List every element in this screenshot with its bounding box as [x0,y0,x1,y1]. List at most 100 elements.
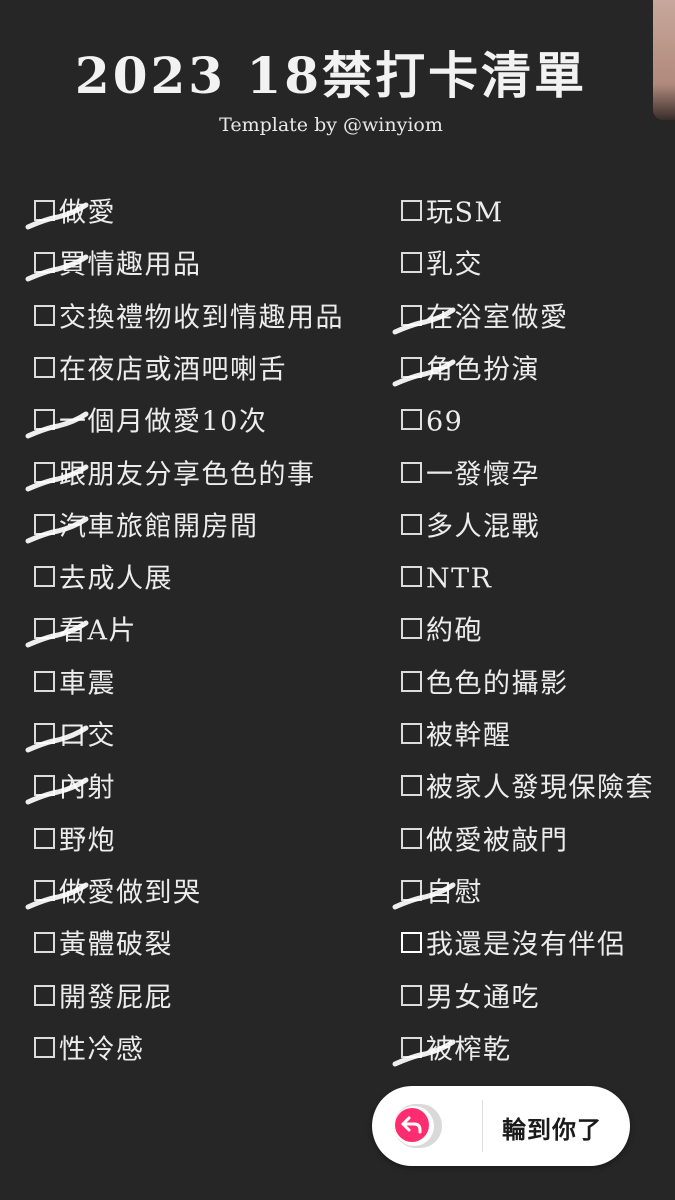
checkbox-checked-icon[interactable] [34,200,55,221]
checkbox-icon[interactable] [34,827,55,849]
checkbox-checked-icon[interactable] [34,723,55,744]
checkbox-icon[interactable] [401,723,422,744]
checkbox-checked-icon[interactable] [34,461,55,483]
checkbox-checked-icon[interactable] [401,879,422,901]
checklist-item-label: 被幹醒 [426,720,512,752]
checklist-item-label: 去成人展 [59,563,173,595]
checklist-item-label: 一發懷孕 [426,459,540,490]
checklist-item[interactable]: 一發懷孕 [401,455,540,495]
checkbox-icon[interactable] [34,356,55,378]
checklist-item-label: 做愛做到哭 [59,877,202,909]
checkbox-icon[interactable] [401,200,422,221]
checklist-item[interactable]: 看A片 [25,611,137,651]
checkbox-icon[interactable] [401,775,422,797]
checklist-item[interactable]: 做愛 [25,193,116,233]
checklist-item[interactable]: NTR [401,559,492,599]
checklist-item-label: 車震 [59,668,116,700]
checklist-item[interactable]: 汽車旅館開房間 [25,507,259,547]
checklist-item-label: 跟朋友分享色色的事 [59,459,316,490]
checkbox-icon[interactable] [401,252,422,274]
template-credit: Template by @winyiom [219,114,443,136]
checklist-item[interactable]: 多人混戰 [401,507,540,547]
checklist-item[interactable]: 69 [401,402,463,442]
checklist-item-label: 內射 [59,772,116,804]
checklist-item-label: 被家人發現保險套 [426,772,654,804]
checklist-item[interactable]: 約砲 [401,611,483,651]
checklist-item[interactable]: 玩SM [401,193,504,233]
checklist-item-label: 交換禮物收到情趣用品 [59,302,344,334]
checklist-item[interactable]: 性冷感 [34,1030,145,1070]
checklist-item-label: 開發屁屁 [59,982,173,1013]
checklist-item[interactable]: 被家人發現保險套 [401,768,654,808]
checkbox-icon[interactable] [401,932,422,954]
checklist-item-label: 玩SM [426,197,504,229]
checklist-item[interactable]: 去成人展 [34,559,173,599]
your-turn-label[interactable]: 輪到你了 [502,1110,602,1145]
checkbox-icon[interactable] [401,409,422,431]
checklist-item-label: 被榨乾 [426,1034,512,1066]
checklist-item[interactable]: 野炮 [34,821,116,861]
checklist-item[interactable]: 色色的攝影 [401,664,569,704]
checkbox-icon[interactable] [401,670,422,692]
checklist-item-label: 買情趣用品 [59,249,202,281]
checklist-item-label: 乳交 [426,249,483,281]
checkbox-icon[interactable] [401,827,422,849]
checklist-item[interactable]: 黃體破裂 [34,925,173,965]
checklist-item-label: 看A片 [59,615,137,647]
checklist-item[interactable]: 被幹醒 [401,716,512,756]
page-title: 2023 18禁打卡清單 [74,46,588,105]
checklist-item[interactable]: 內射 [25,768,116,808]
checkbox-icon[interactable] [401,461,422,483]
checklist-item[interactable]: 在浴室做愛 [392,298,569,338]
checkbox-checked-icon[interactable] [401,1036,422,1058]
checkbox-icon[interactable] [34,1036,55,1058]
checkbox-icon[interactable] [401,566,422,588]
checkbox-checked-icon[interactable] [34,409,55,431]
checkbox-checked-icon[interactable] [34,513,55,535]
checklist-item-label: NTR [426,563,493,595]
checklist-item-label: 口交 [59,720,116,752]
checklist-item[interactable]: 角色扮演 [392,350,540,390]
checklist-item-label: 一個月做愛10次 [59,406,268,438]
checkbox-checked-icon[interactable] [34,879,55,901]
checklist-item-label: 我還是沒有伴侶 [426,929,626,961]
add-yours-sticker[interactable]: 輪到你了 [372,1086,630,1166]
checklist-item[interactable]: 跟朋友分享色色的事 [25,455,316,495]
checklist-item-label: 做愛 [59,197,116,229]
checklist-item-label: 性冷感 [59,1034,145,1066]
checklist-item-label: 角色扮演 [426,354,540,386]
checklist-item-label: 在浴室做愛 [426,302,569,334]
checkbox-icon[interactable] [401,513,422,535]
checkbox-icon[interactable] [34,670,55,692]
checkbox-checked-icon[interactable] [34,775,55,797]
checklist-item[interactable]: 買情趣用品 [25,245,202,285]
checkbox-checked-icon[interactable] [401,356,422,378]
checklist-item[interactable]: 開發屁屁 [34,978,173,1018]
story-canvas: 2023 18禁打卡清單 Template by @winyiom 做愛買情趣用… [0,0,675,1200]
checkbox-checked-icon[interactable] [34,252,55,274]
checklist-item[interactable]: 乳交 [401,245,483,285]
reply-arrow-icon[interactable] [395,1108,429,1142]
checklist-item-label: 黃體破裂 [59,929,173,961]
checklist-item[interactable]: 車震 [34,664,116,704]
checkbox-checked-icon[interactable] [401,304,422,326]
checklist-item-label: 多人混戰 [426,511,540,543]
checkbox-icon[interactable] [34,304,55,326]
checklist-item[interactable]: 一個月做愛10次 [25,402,268,442]
checklist-item[interactable]: 口交 [25,716,116,756]
checkbox-icon[interactable] [34,932,55,954]
checkbox-icon[interactable] [401,618,422,640]
checklist-item[interactable]: 男女通吃 [401,978,540,1018]
checkbox-checked-icon[interactable] [34,618,55,640]
checkbox-icon[interactable] [34,984,55,1006]
checklist-item[interactable]: 做愛被敲門 [401,821,569,861]
checklist-item[interactable]: 交換禮物收到情趣用品 [34,298,344,338]
checklist-item[interactable]: 做愛做到哭 [25,873,202,913]
checklist-item[interactable]: 自慰 [392,873,483,913]
checklist-item[interactable]: 在夜店或酒吧喇舌 [34,350,287,390]
checklist-item[interactable]: 我還是沒有伴侶 [401,925,626,965]
checklist-item-label: 自慰 [426,877,483,909]
checklist-item[interactable]: 被榨乾 [392,1030,512,1070]
checkbox-icon[interactable] [401,984,422,1006]
checkbox-icon[interactable] [34,566,55,588]
